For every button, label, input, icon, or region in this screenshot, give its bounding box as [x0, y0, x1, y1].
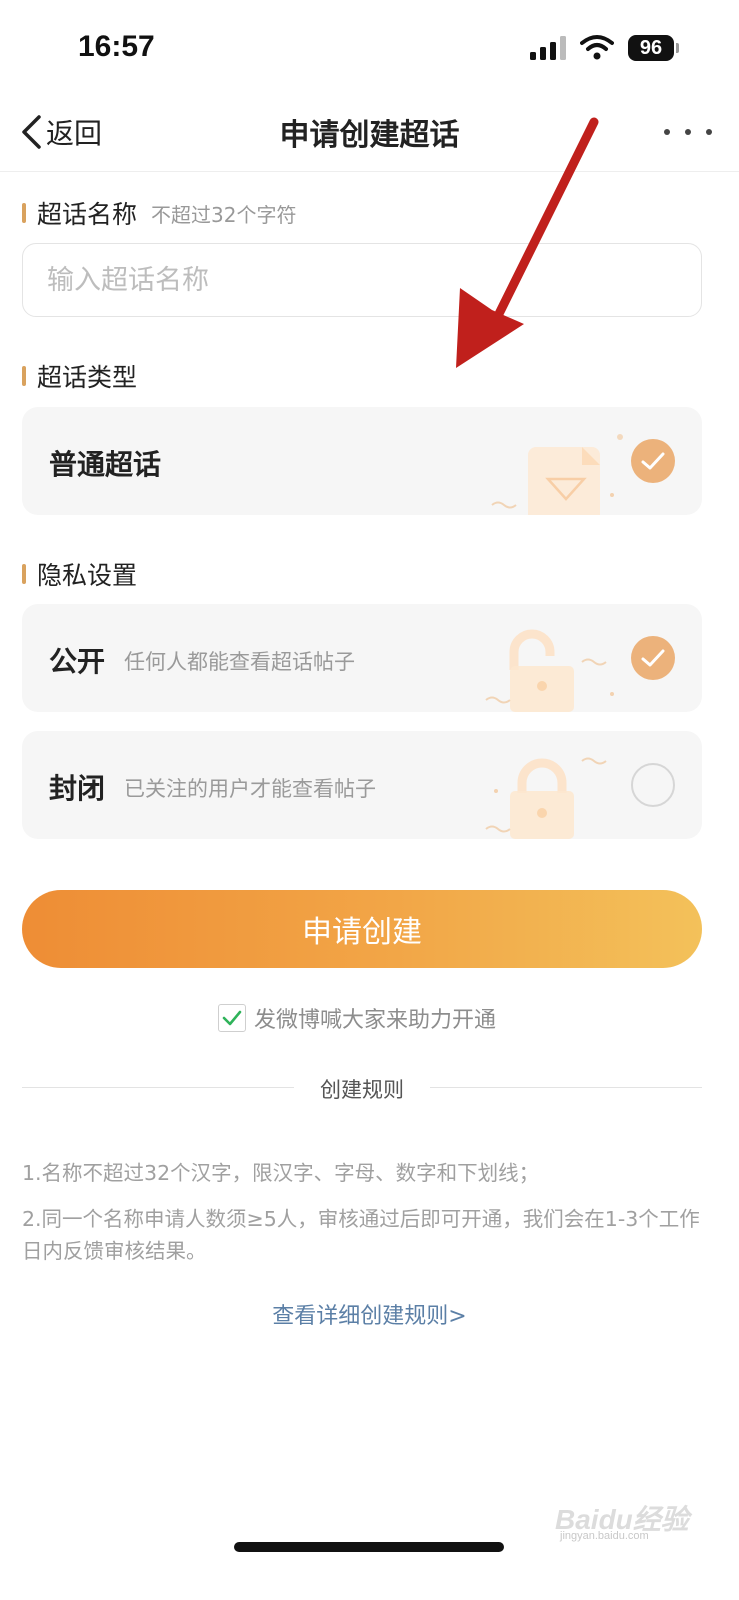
page-title: 申请创建超话 [279, 118, 460, 153]
lock-deco-icon [485, 757, 607, 839]
check-icon [222, 1010, 242, 1026]
check-icon [631, 636, 675, 680]
red-arrow-annotation [456, 117, 599, 368]
home-indicator [234, 1542, 504, 1552]
name-section-title: 超话名称 [37, 200, 138, 229]
section-marker [22, 203, 26, 223]
rule-item-2: 2.同一个名称申请人数须≥5人，审核通过后即可开通，我们会在1-3个工作日内反馈… [22, 1207, 700, 1263]
rules-title: 创建规则 [320, 1078, 404, 1102]
share-weibo-label: 发微博喊大家来助力开通 [254, 1008, 497, 1033]
section-marker [22, 366, 26, 386]
share-weibo-option[interactable]: 发微博喊大家来助力开通 [218, 1002, 496, 1034]
section-marker [22, 564, 26, 584]
status-time: 16:57 [78, 30, 155, 63]
signal-icon [530, 36, 566, 60]
battery-icon: 96 [628, 35, 674, 61]
divider-line-right [430, 1087, 702, 1088]
option-public-label: 公开 [49, 645, 106, 678]
option-closed-label: 封闭 [49, 772, 106, 805]
view-rules-link[interactable]: 查看详细创建规则> [0, 1298, 739, 1330]
type-section-title: 超话类型 [37, 363, 138, 392]
nav-bar: 返回 申请创建超话 [0, 100, 739, 172]
share-weibo-checkbox[interactable] [218, 1004, 246, 1032]
battery-tip [676, 43, 679, 53]
more-dots-icon[interactable] [664, 114, 712, 150]
rule-item-1: 1.名称不超过32个汉字，限汉字、字母、数字和下划线； [22, 1161, 540, 1185]
status-bar: 16:57 96 [0, 0, 739, 100]
option-closed-desc: 已关注的用户才能查看帖子 [124, 777, 376, 801]
type-section-header: 超话类型 [22, 358, 137, 394]
privacy-section-header: 隐私设置 [22, 556, 137, 592]
name-section-hint: 不超过32个字符 [151, 202, 297, 227]
document-deco-icon [491, 434, 623, 515]
submit-create-button[interactable]: 申请创建 [22, 890, 702, 968]
option-normal-topic[interactable]: 普通超话 [22, 407, 702, 515]
check-icon [631, 439, 675, 483]
baidu-watermark-url: jingyan.baidu.com [560, 1530, 649, 1542]
option-public[interactable]: 公开 任何人都能查看超话帖子 [22, 604, 702, 712]
radio-empty-icon [631, 763, 675, 807]
option-public-desc: 任何人都能查看超话帖子 [124, 650, 355, 674]
rules-divider: 创建规则 [22, 1072, 702, 1104]
unlock-deco-icon [485, 629, 614, 712]
privacy-section-title: 隐私设置 [37, 561, 138, 590]
option-normal-label: 普通超话 [49, 448, 162, 481]
wifi-icon [580, 35, 614, 60]
name-section-header: 超话名称 不超过32个字符 [22, 195, 296, 231]
option-closed[interactable]: 封闭 已关注的用户才能查看帖子 [22, 731, 702, 839]
